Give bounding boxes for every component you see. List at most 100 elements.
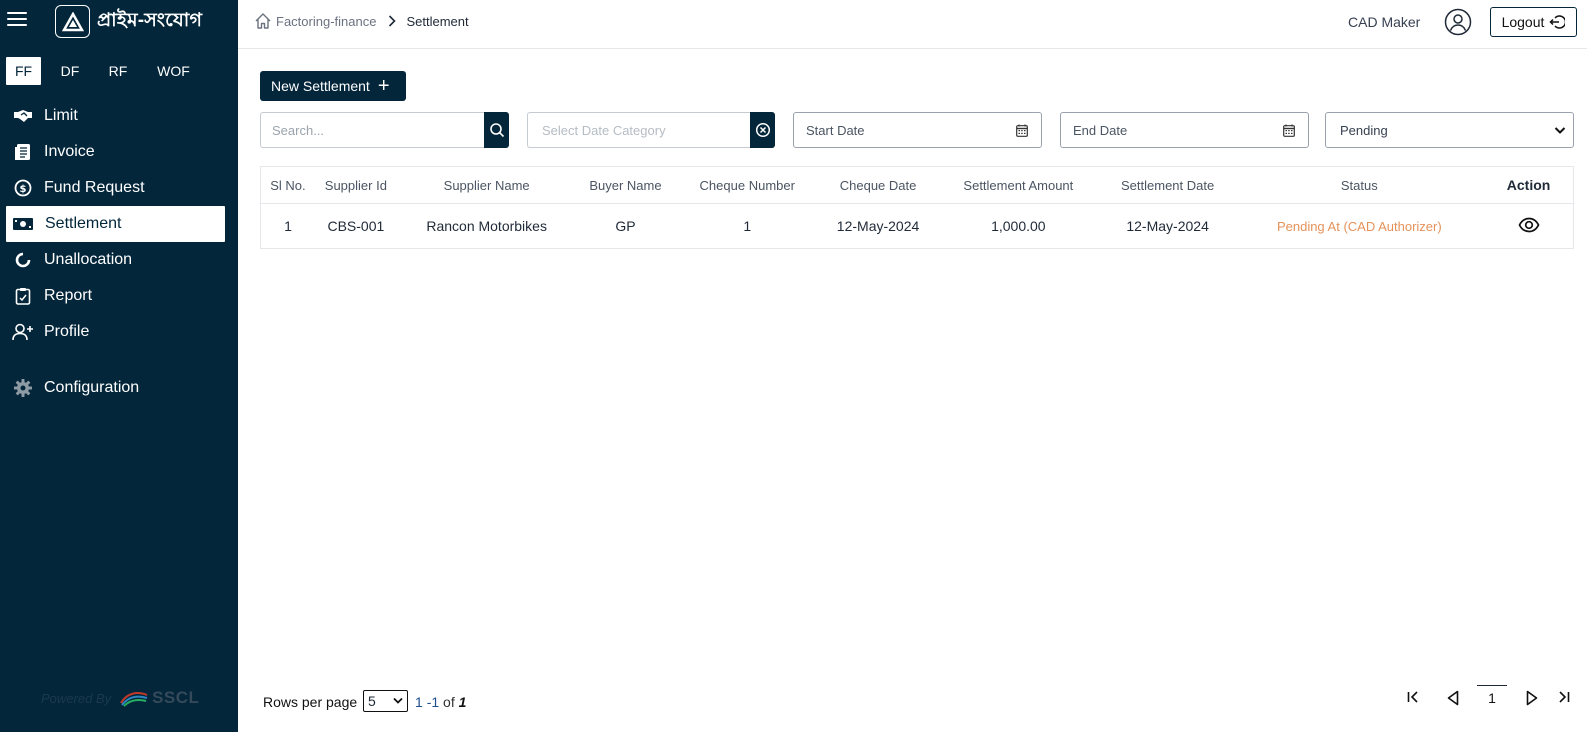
tab-wof[interactable]: WOF xyxy=(137,57,210,85)
top-header: Factoring-finance Settlement CAD Maker L… xyxy=(238,0,1587,49)
cell-settlement-date: 12-May-2024 xyxy=(1126,218,1209,234)
settlement-table: Sl No. Supplier Id Supplier Name Buyer N… xyxy=(260,166,1574,249)
previous-page-button[interactable] xyxy=(1446,690,1460,706)
home-icon xyxy=(255,13,271,29)
logout-label: Logout xyxy=(1501,14,1545,30)
end-date-field[interactable]: End Date xyxy=(1060,112,1309,148)
first-page-button[interactable] xyxy=(1406,690,1420,704)
handshake-icon xyxy=(12,105,34,127)
search-input[interactable] xyxy=(260,112,484,148)
chevron-down-icon xyxy=(393,697,403,704)
range-of: of xyxy=(443,694,455,710)
chevron-right-icon xyxy=(388,15,397,27)
tab-df[interactable]: DF xyxy=(41,57,99,85)
date-category-box xyxy=(527,112,775,148)
rows-per-page-select[interactable]: 5 xyxy=(363,690,408,712)
gear-icon xyxy=(12,377,34,399)
column-header-action: Action xyxy=(1506,177,1551,193)
clipboard-icon xyxy=(12,285,34,307)
sidebar-item-label: Limit xyxy=(44,107,78,124)
calendar-icon xyxy=(1016,124,1028,137)
sidebar-item-label: Settlement xyxy=(45,215,122,232)
start-date-field[interactable]: Start Date xyxy=(793,112,1042,148)
column-header-settlement-amount[interactable]: Settlement Amount xyxy=(936,178,1101,193)
finance-type-tabs: FF DF RF WOF xyxy=(6,57,210,85)
end-date-label: End Date xyxy=(1073,122,1128,138)
sidebar-item-report[interactable]: Report xyxy=(0,278,238,314)
user-avatar-icon[interactable] xyxy=(1444,8,1472,36)
next-page-icon xyxy=(1526,690,1538,706)
hamburger-menu-icon[interactable] xyxy=(7,12,27,30)
current-page[interactable]: 1 xyxy=(1477,685,1507,711)
view-eye-icon[interactable] xyxy=(1518,217,1540,233)
sidebar-header: প্রাইম-সংযোগ xyxy=(0,0,238,46)
breadcrumb-home[interactable]: Factoring-finance xyxy=(254,12,376,30)
sidebar-item-configuration[interactable]: Configuration xyxy=(0,370,238,406)
date-category-input[interactable] xyxy=(527,112,750,148)
range-start: 1 xyxy=(415,694,423,710)
sidebar-item-label: Fund Request xyxy=(44,179,145,196)
fund-icon: $ xyxy=(12,177,34,199)
last-page-icon xyxy=(1559,691,1570,703)
search-box xyxy=(260,112,509,148)
range-total: 1 xyxy=(458,694,467,710)
status-select-value: Pending xyxy=(1340,122,1388,138)
tab-rf[interactable]: RF xyxy=(99,57,137,85)
tab-ff[interactable]: FF xyxy=(6,57,41,85)
sscl-brand-text: SSCL xyxy=(152,688,200,707)
sidebar-item-label: Invoice xyxy=(44,143,95,160)
sidebar-item-label: Configuration xyxy=(44,379,140,396)
logo-mark-icon xyxy=(55,5,90,38)
column-header-supplier-id[interactable]: Supplier Id xyxy=(315,178,397,193)
cell-status: Pending At (CAD Authorizer) xyxy=(1235,218,1485,234)
cell-action xyxy=(1484,217,1573,236)
column-header-buyer-name[interactable]: Buyer Name xyxy=(577,178,675,193)
breadcrumb-current: Settlement xyxy=(406,13,469,29)
status-badge: Pending At (CAD Authorizer) xyxy=(1276,219,1442,234)
column-header-status[interactable]: Status xyxy=(1235,178,1485,193)
cell-buyer-name: GP xyxy=(615,218,636,234)
sidebar-item-profile[interactable]: Profile xyxy=(0,314,238,350)
column-header-sl-no[interactable]: Sl No. xyxy=(261,178,315,193)
breadcrumb-home-label: Factoring-finance xyxy=(276,13,377,29)
new-settlement-button[interactable]: New Settlement + xyxy=(260,71,406,101)
app-title: প্রাইম-সংযোগ xyxy=(97,9,203,31)
column-header-cheque-date[interactable]: Cheque Date xyxy=(820,178,936,193)
pagination-range: 1 -1 of 1 xyxy=(415,694,466,710)
sidebar-item-invoice[interactable]: Invoice xyxy=(0,134,238,170)
table-header-row: Sl No. Supplier Id Supplier Name Buyer N… xyxy=(261,167,1573,204)
sidebar-item-fund-request[interactable]: $ Fund Request xyxy=(0,170,238,206)
next-page-button[interactable] xyxy=(1525,690,1539,706)
sscl-logo-icon xyxy=(120,692,148,707)
column-header-settlement-date[interactable]: Settlement Date xyxy=(1101,178,1235,193)
previous-page-icon xyxy=(1447,690,1459,706)
cell-sl-no: 1 xyxy=(284,218,292,234)
calendar-icon xyxy=(1283,124,1295,137)
rows-per-page-label: Rows per page xyxy=(263,694,358,710)
app-logo[interactable]: প্রাইম-সংযোগ xyxy=(55,5,202,38)
status-select[interactable]: Pending xyxy=(1325,112,1574,148)
sscl-logo: SSCL xyxy=(119,688,199,708)
powered-by-text: Powered By xyxy=(41,690,112,706)
sidebar: প্রাইম-সংযোগ FF DF RF WOF Limit Invoice … xyxy=(0,0,238,732)
close-circle-icon xyxy=(755,122,770,138)
cell-settlement-amount: 1,000.00 xyxy=(991,218,1046,234)
start-date-label: Start Date xyxy=(806,122,865,138)
new-settlement-label: New Settlement xyxy=(271,78,370,94)
breadcrumb: Factoring-finance Settlement xyxy=(254,12,469,30)
sidebar-item-limit[interactable]: Limit xyxy=(0,98,238,134)
sidebar-item-unallocation[interactable]: Unallocation xyxy=(0,242,238,278)
column-header-cheque-number[interactable]: Cheque Number xyxy=(674,178,820,193)
sidebar-item-settlement[interactable]: Settlement xyxy=(6,206,225,242)
first-page-icon xyxy=(1407,691,1418,703)
column-header-supplier-name[interactable]: Supplier Name xyxy=(397,178,577,193)
logout-button[interactable]: Logout xyxy=(1490,7,1577,37)
search-button[interactable] xyxy=(484,112,509,148)
svg-text:$: $ xyxy=(20,184,27,195)
cell-cheque-number: 1 xyxy=(743,218,752,234)
sidebar-item-label: Unallocation xyxy=(44,251,133,268)
sidebar-item-label: Profile xyxy=(44,323,90,340)
last-page-button[interactable] xyxy=(1557,690,1571,704)
clear-date-category-button[interactable] xyxy=(750,112,775,148)
cell-supplier-id: CBS-001 xyxy=(327,218,385,234)
